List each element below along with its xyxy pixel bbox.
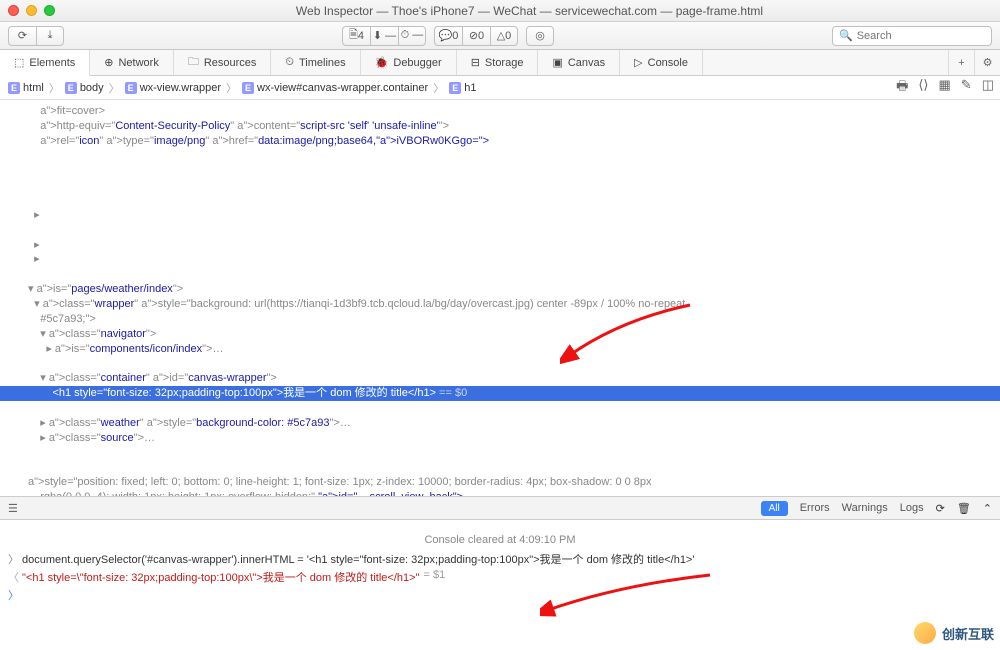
console-input-line: 〉document.querySelector('#canvas-wrapper… xyxy=(0,550,1000,568)
dom-line[interactable]: ▾ a">class="wrapper" a">style="backgroun… xyxy=(0,297,1000,312)
tab-storage[interactable]: ⊟ Storage xyxy=(457,50,539,75)
dom-line[interactable]: ▸ a</span>">type</span>="<span class="v"… xyxy=(0,252,1000,267)
dom-tree[interactable]: a">fit=cover> a">http-equiv="Content-Sec… xyxy=(0,100,1000,496)
dom-line[interactable]: ▾ a">class="navigator"> xyxy=(0,327,1000,342)
dom-line[interactable]: a</span>">type</span>="<span class="v">t… xyxy=(0,163,1000,178)
dom-line[interactable]: a">http-equiv="Content-Security-Policy" … xyxy=(0,119,1000,134)
dom-line[interactable]: a</span>">type</span>="<span class="v">t… xyxy=(0,178,1000,193)
zoom-icon[interactable] xyxy=(44,5,55,16)
panel-toggle-icon[interactable]: ◫ xyxy=(982,77,994,99)
dom-line[interactable]: ▸ a</span>">type</span>="<span class="v"… xyxy=(0,238,1000,253)
search-field[interactable]: 🔍 xyxy=(832,26,992,46)
edit-icon[interactable]: ✎ xyxy=(961,77,972,99)
dom-line[interactable]: a">rel="icon" a">type="image/png" a">hre… xyxy=(0,134,1000,149)
console-cleared-note: Console cleared at 4:09:10 PM xyxy=(0,524,1000,550)
crumb-container[interactable]: Ewx-view#canvas-wrapper.container xyxy=(240,82,430,94)
dom-line[interactable]: ▾ a">is="pages/weather/index"> xyxy=(0,282,1000,297)
window-title: Web Inspector — Thoe's iPhone7 — WeChat … xyxy=(67,4,992,18)
dom-line[interactable]: ▸ a">class="source">… xyxy=(0,431,1000,446)
console-filter-bar: ☰ All Errors Warnings Logs ⟳ 🗑 ⌃ xyxy=(0,496,1000,520)
chat-count[interactable]: 💬 0 xyxy=(434,26,462,46)
minimize-icon[interactable] xyxy=(26,5,37,16)
dom-line[interactable]: #5c7a93;"> xyxy=(0,312,1000,327)
add-tab-button[interactable]: + xyxy=(948,50,974,75)
close-icon[interactable] xyxy=(8,5,19,16)
dom-line[interactable] xyxy=(0,356,1000,371)
watermark-logo-icon xyxy=(914,622,936,644)
filter-errors[interactable]: Errors xyxy=(800,502,830,514)
dom-line[interactable]: a</span>">type</span>="<span class="v">t… xyxy=(0,149,1000,164)
search-input[interactable] xyxy=(857,30,985,42)
dom-line[interactable]: ▸ a">is="components/icon/index">… xyxy=(0,342,1000,357)
dom-line[interactable]: ▾ a">class="container" a">id="canvas-wra… xyxy=(0,371,1000,386)
dom-line[interactable] xyxy=(0,223,1000,238)
filter-warnings[interactable]: Warnings xyxy=(842,502,888,514)
tab-bar: ⬚ Elements ⊕ Network 🗀 Resources ⏲ Timel… xyxy=(0,50,1000,76)
window-controls xyxy=(8,5,55,16)
tab-elements[interactable]: ⬚ Elements xyxy=(0,50,90,76)
filter-logs[interactable]: Logs xyxy=(900,502,924,514)
crumb-html[interactable]: Ehtml xyxy=(6,82,46,94)
search-icon: 🔍 xyxy=(839,29,853,42)
console-prompt[interactable]: 〉 xyxy=(0,586,1000,604)
download-button[interactable]: ⤓ xyxy=(36,26,64,46)
tab-console[interactable]: ▷ Console xyxy=(620,50,703,75)
crumb-h1[interactable]: Eh1 xyxy=(447,82,478,94)
warn-count[interactable]: △ 0 xyxy=(490,26,518,46)
dom-line[interactable]: a</span>">type</span>="<span class="v">t… xyxy=(0,193,1000,208)
tab-debugger[interactable]: 🐞 Debugger xyxy=(361,50,457,75)
dom-line[interactable]: ▸ a</span>">type</span>="<span class="v"… xyxy=(0,208,1000,223)
print-icon[interactable]: 🖶 xyxy=(896,77,908,99)
dl-indicator[interactable]: ⬇ — xyxy=(370,26,398,46)
watermark-text: 创新互联 xyxy=(942,624,994,643)
reload-button[interactable]: ⟳ xyxy=(8,26,36,46)
time-indicator[interactable]: ⏱ — xyxy=(398,26,426,46)
tab-timelines[interactable]: ⏲ Timelines xyxy=(271,50,360,75)
settings-icon[interactable]: ⚙ xyxy=(974,50,1000,75)
crumb-wrapper[interactable]: Ewx-view.wrapper xyxy=(123,82,223,94)
collapse-icon[interactable]: ⌃ xyxy=(983,502,992,515)
target-button[interactable]: ◎ xyxy=(526,26,554,46)
titlebar: Web Inspector — Thoe's iPhone7 — WeChat … xyxy=(0,0,1000,22)
dom-line[interactable]: a">style="position: fixed; left: 0; bott… xyxy=(0,460,1000,490)
watermark: 创新互联 xyxy=(914,622,994,644)
grid-icon[interactable]: ▦ xyxy=(939,77,951,99)
dom-line[interactable]: ▸ a">class="weather" a">style="backgroun… xyxy=(0,416,1000,431)
dom-line[interactable] xyxy=(0,401,1000,416)
tab-resources[interactable]: 🗀 Resources xyxy=(174,50,272,75)
console-output-line: 〈"<h1 style=\"font-size: 32px;padding-to… xyxy=(0,568,1000,586)
crumb-body[interactable]: Ebody xyxy=(63,82,106,94)
filter-all[interactable]: All xyxy=(761,501,788,516)
dom-line[interactable] xyxy=(0,445,1000,460)
breadcrumb-bar: Ehtml〉 Ebody〉 Ewx-view.wrapper〉 Ewx-view… xyxy=(0,76,1000,100)
tab-network[interactable]: ⊕ Network xyxy=(90,50,174,75)
tabs-count-button[interactable]: 🗎 4 xyxy=(342,26,370,46)
trash-icon[interactable]: 🗑 xyxy=(957,502,971,515)
toolbar: ⟳ ⤓ 🗎 4 ⬇ — ⏱ — 💬 0 ⊘ 0 △ 0 ◎ 🔍 xyxy=(0,22,1000,50)
tab-canvas[interactable]: ▣ Canvas xyxy=(538,50,620,75)
error-count[interactable]: ⊘ 0 xyxy=(462,26,490,46)
dom-line[interactable]: a">fit=cover> xyxy=(0,104,1000,119)
dom-line[interactable] xyxy=(0,267,1000,282)
console-toggle-icon[interactable]: ☰ xyxy=(8,502,18,515)
refresh-icon[interactable]: ⟳ xyxy=(936,502,945,515)
dom-line-selected[interactable]: <h1 style="font-size: 32px;padding-top:1… xyxy=(0,386,1000,401)
console-pane[interactable]: Console cleared at 4:09:10 PM 〉document.… xyxy=(0,520,1000,650)
code-icon[interactable]: ⟨⟩ xyxy=(918,77,928,99)
